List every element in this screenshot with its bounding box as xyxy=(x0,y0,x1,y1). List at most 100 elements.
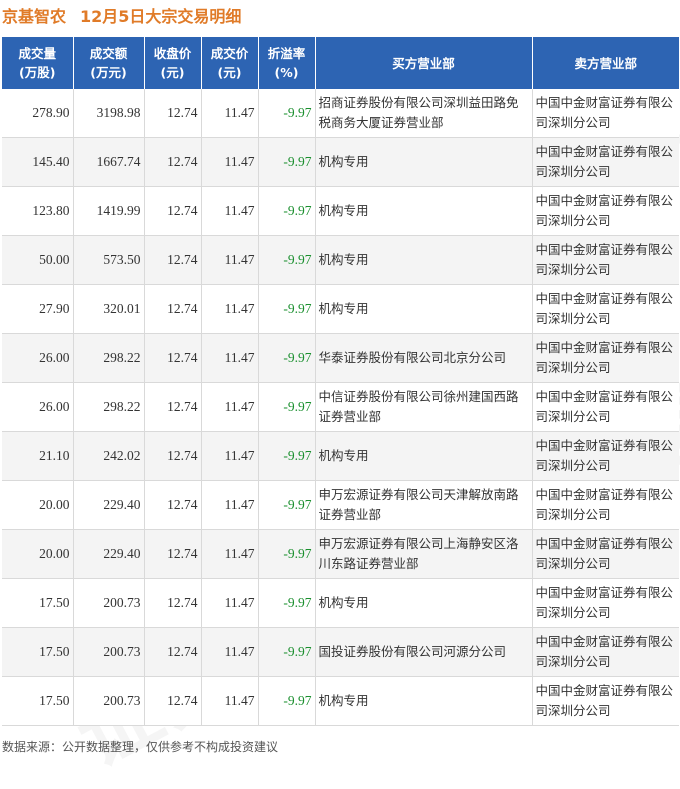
amount-cell: 200.73 xyxy=(73,627,145,677)
amount-header: 成交额 (万元) xyxy=(73,37,145,89)
premium-rate-cell: -9.97 xyxy=(258,578,316,628)
data-source-note: 数据来源：公开数据整理，仅供参考不构成投资建议 xyxy=(2,740,279,754)
close-price-cell: 12.74 xyxy=(144,627,202,677)
table-row: 17.50 200.73 12.74 11.47 -9.97 国投证券股份有限公司河源分公… xyxy=(2,627,679,677)
trade-price-cell: 11.47 xyxy=(201,529,259,579)
table-row: 27.90 320.01 12.74 11.47 -9.97 机构专用 中国中金财富证券有限… xyxy=(2,284,679,334)
amount-cell: 229.40 xyxy=(73,480,145,530)
trade-price-cell: 11.47 xyxy=(201,333,259,383)
header-label: (元) xyxy=(160,65,185,80)
trade-price-cell: 11.47 xyxy=(201,676,259,726)
table-header-row: 成交量 (万股) 成交额 (万元) 收盘价 (元) 成交价 (元) 折溢率 (%) 买方营业部 卖方营… xyxy=(2,37,679,89)
buyer-branch-cell: 中信证券股份有限公司徐州建国西路证券营业部 xyxy=(315,382,533,432)
buyer-branch-cell: 申万宏源证券有限公司天津解放南路证券营业部 xyxy=(315,480,533,530)
amount-cell: 1419.99 xyxy=(73,186,145,236)
trade-price-cell: 11.47 xyxy=(201,89,259,138)
trade-price-cell: 11.47 xyxy=(201,627,259,677)
table-row: 50.00 573.50 12.74 11.47 -9.97 机构专用 中国中金财富证券有限… xyxy=(2,235,679,285)
table-row: 26.00 298.22 12.74 11.47 -9.97 华泰证券股份有限公司北京分公… xyxy=(2,333,679,383)
table-row: 145.40 1667.74 12.74 11.47 -9.97 机构专用 中国中金财富证券… xyxy=(2,137,679,187)
amount-cell: 298.22 xyxy=(73,382,145,432)
volume-cell: 17.50 xyxy=(2,627,74,677)
trade-price-cell: 11.47 xyxy=(201,431,259,481)
close-price-cell: 12.74 xyxy=(144,137,202,187)
header-label: 折溢率 xyxy=(267,46,306,61)
price-header: 成交价 (元) xyxy=(201,37,259,89)
premium-rate-cell: -9.97 xyxy=(258,627,316,677)
volume-cell: 17.50 xyxy=(2,676,74,726)
header-label: 成交额 xyxy=(89,46,128,61)
seller-header: 卖方营业部 xyxy=(532,37,679,89)
buyer-branch-cell: 机构专用 xyxy=(315,431,533,481)
header-label: 卖方营业部 xyxy=(574,55,637,71)
header-label: (万股) xyxy=(19,65,56,80)
close-price-cell: 12.74 xyxy=(144,89,202,138)
amount-cell: 200.73 xyxy=(73,676,145,726)
volume-cell: 145.40 xyxy=(2,137,74,187)
volume-cell: 278.90 xyxy=(2,89,74,138)
seller-branch-cell: 中国中金财富证券有限公司深圳分公司 xyxy=(532,235,679,285)
amount-cell: 242.02 xyxy=(73,431,145,481)
buyer-header: 买方营业部 xyxy=(315,37,533,89)
premium-rate-cell: -9.97 xyxy=(258,284,316,334)
premium-rate-cell: -9.97 xyxy=(258,333,316,383)
volume-cell: 20.00 xyxy=(2,480,74,530)
volume-header: 成交量 (万股) xyxy=(2,37,74,89)
premium-rate-cell: -9.97 xyxy=(258,431,316,481)
volume-cell: 26.00 xyxy=(2,382,74,432)
volume-cell: 17.50 xyxy=(2,578,74,628)
close-price-cell: 12.74 xyxy=(144,333,202,383)
table-row: 17.50 200.73 12.74 11.47 -9.97 机构专用 中国中金财富证券有限… xyxy=(2,676,679,726)
trade-price-cell: 11.47 xyxy=(201,578,259,628)
buyer-branch-cell: 机构专用 xyxy=(315,578,533,628)
header-label: 买方营业部 xyxy=(392,55,455,71)
header-label: 成交量 xyxy=(18,46,56,61)
premium-rate-cell: -9.97 xyxy=(258,676,316,726)
close-price-cell: 12.74 xyxy=(144,480,202,530)
seller-branch-cell: 中国中金财富证券有限公司深圳分公司 xyxy=(532,333,679,383)
buyer-branch-cell: 国投证券股份有限公司河源分公司 xyxy=(315,627,533,677)
amount-cell: 298.22 xyxy=(73,333,145,383)
premium-rate-cell: -9.97 xyxy=(258,186,316,236)
close-price-cell: 12.74 xyxy=(144,186,202,236)
trade-price-cell: 11.47 xyxy=(201,480,259,530)
table-row: 20.00 229.40 12.74 11.47 -9.97 申万宏源证券有限公司天津解放… xyxy=(2,480,679,530)
buyer-branch-cell: 华泰证券股份有限公司北京分公司 xyxy=(315,333,533,383)
header-label: (%) xyxy=(274,65,299,80)
close-price-cell: 12.74 xyxy=(144,578,202,628)
table-row: 26.00 298.22 12.74 11.47 -9.97 中信证券股份有限公司徐州建国… xyxy=(2,382,679,432)
header-label: (元) xyxy=(217,65,242,80)
seller-branch-cell: 中国中金财富证券有限公司深圳分公司 xyxy=(532,137,679,187)
buyer-branch-cell: 机构专用 xyxy=(315,137,533,187)
premium-header: 折溢率 (%) xyxy=(258,37,316,89)
seller-branch-cell: 中国中金财富证券有限公司深圳分公司 xyxy=(532,627,679,677)
block-trade-table: 成交量 (万股) 成交额 (万元) 收盘价 (元) 成交价 (元) 折溢率 (%) 买方营业部 卖方营… xyxy=(2,37,679,726)
table-row: 278.90 3198.98 12.74 11.47 -9.97 招商证券股份有限公司深圳… xyxy=(2,89,679,138)
premium-rate-cell: -9.97 xyxy=(258,529,316,579)
page-title: 京基智农 12月5日大宗交易明细 xyxy=(2,3,242,26)
close-header: 收盘价 (元) xyxy=(144,37,202,89)
trade-price-cell: 11.47 xyxy=(201,235,259,285)
volume-cell: 50.00 xyxy=(2,235,74,285)
trade-price-cell: 11.47 xyxy=(201,186,259,236)
close-price-cell: 12.74 xyxy=(144,431,202,481)
close-price-cell: 12.74 xyxy=(144,235,202,285)
premium-rate-cell: -9.97 xyxy=(258,137,316,187)
premium-rate-cell: -9.97 xyxy=(258,235,316,285)
volume-cell: 27.90 xyxy=(2,284,74,334)
table-row: 17.50 200.73 12.74 11.47 -9.97 机构专用 中国中金财富证券有限… xyxy=(2,578,679,628)
volume-cell: 123.80 xyxy=(2,186,74,236)
close-price-cell: 12.74 xyxy=(144,382,202,432)
buyer-branch-cell: 机构专用 xyxy=(315,235,533,285)
title-subtitle: 12月5日大宗交易明细 xyxy=(80,7,242,26)
seller-branch-cell: 中国中金财富证券有限公司深圳分公司 xyxy=(532,186,679,236)
trade-price-cell: 11.47 xyxy=(201,284,259,334)
amount-cell: 3198.98 xyxy=(73,89,145,138)
table-row: 20.00 229.40 12.74 11.47 -9.97 申万宏源证券有限公司上海静安… xyxy=(2,529,679,579)
amount-cell: 320.01 xyxy=(73,284,145,334)
header-label: 成交价 xyxy=(210,46,249,61)
seller-branch-cell: 中国中金财富证券有限公司深圳分公司 xyxy=(532,431,679,481)
premium-rate-cell: -9.97 xyxy=(258,382,316,432)
buyer-branch-cell: 机构专用 xyxy=(315,676,533,726)
buyer-branch-cell: 机构专用 xyxy=(315,186,533,236)
